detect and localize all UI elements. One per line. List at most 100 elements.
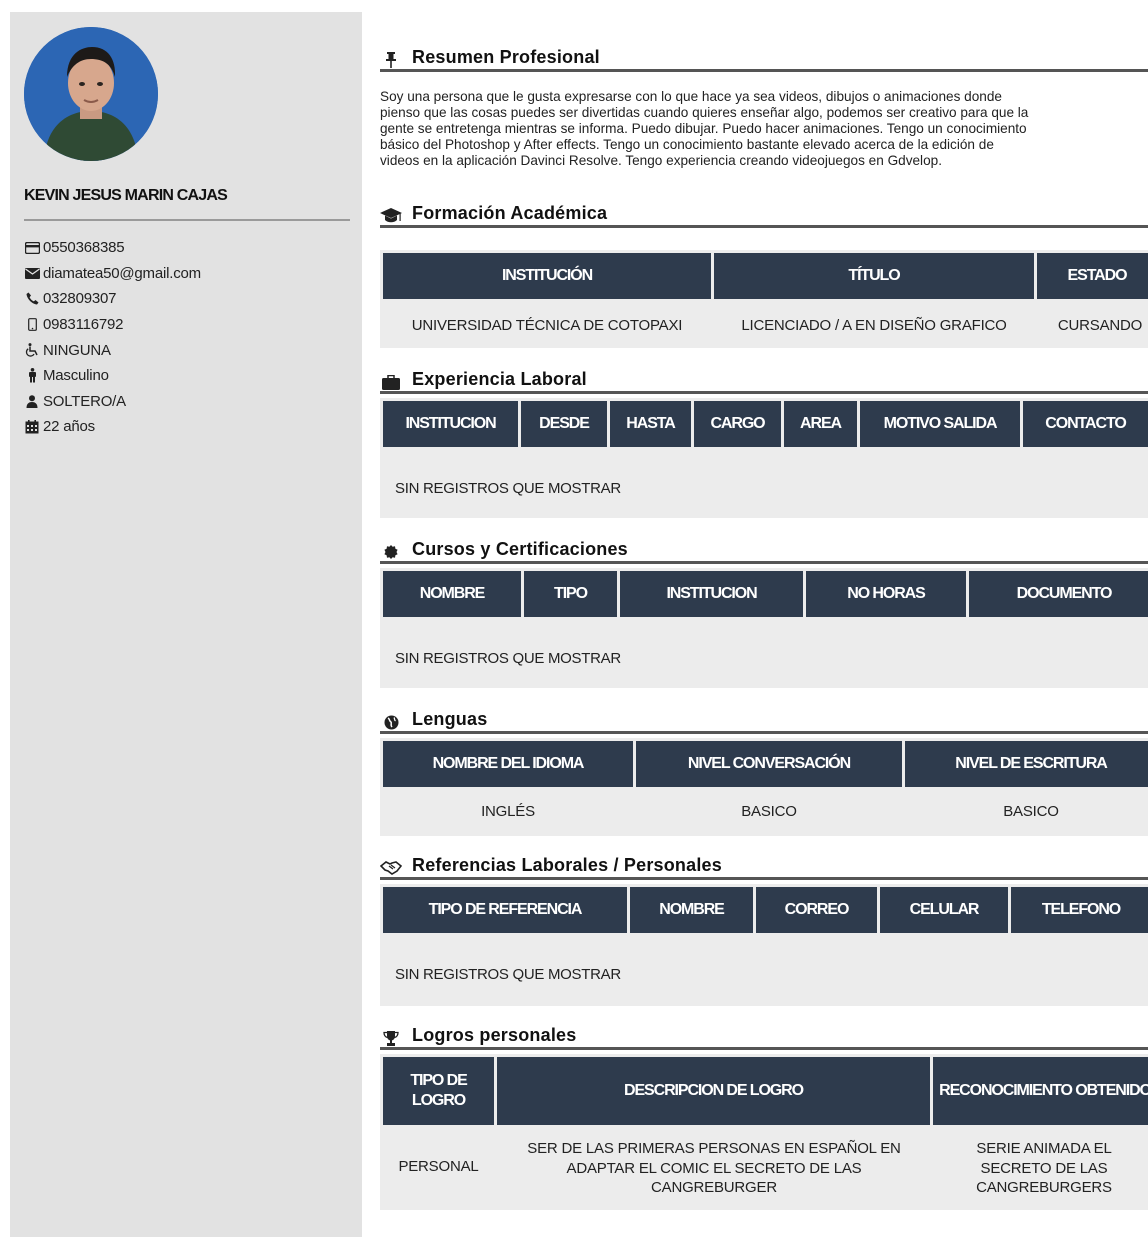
- education-table-header: INSTITUCIÓN TÍTULO ESTADO: [383, 253, 1148, 299]
- calendar-icon: [24, 419, 40, 434]
- column-header: TELEFONO: [1011, 887, 1148, 933]
- column-header: CELULAR: [880, 887, 1008, 933]
- courses-table: NOMBRE TIPO INSTITUCION NO HORAS DOCUMEN…: [380, 568, 1148, 688]
- achievements-table-header: TIPO DE LOGRO DESCRIPCION DE LOGRO RECON…: [383, 1057, 1148, 1125]
- section-title: Referencias Laborales / Personales: [412, 855, 722, 875]
- summary-line: videos en la aplicación Davinci Resolve.…: [380, 153, 942, 168]
- contact-id: 0550368385: [24, 235, 201, 261]
- experience-table-header: INSTITUCION DESDE HASTA CARGO AREA MOTIV…: [383, 401, 1148, 447]
- column-header: CONTACTO: [1023, 401, 1148, 447]
- contact-mobile: 0983116792: [24, 312, 201, 338]
- languages-table: NOMBRE DEL IDIOMA NIVEL CONVERSACIÓN NIV…: [380, 738, 1148, 836]
- contact-gender: Masculino: [24, 363, 201, 389]
- contact-text: 0550368385: [43, 239, 125, 257]
- education-table: INSTITUCIÓN TÍTULO ESTADO UNIVERSIDAD TÉ…: [380, 250, 1148, 348]
- contact-text: 032809307: [43, 290, 117, 308]
- column-header: RECONOCIMIENTO OBTENIDO: [933, 1057, 1148, 1125]
- column-header: INSTITUCIÓN: [383, 253, 711, 299]
- graduation-cap-icon: [380, 207, 402, 225]
- empty-message: SIN REGISTROS QUE MOSTRAR: [395, 650, 621, 667]
- achievements-heading: Logros personales: [380, 1025, 1148, 1050]
- column-header: TIPO DE LOGRO: [383, 1057, 494, 1125]
- wheelchair-icon: [24, 343, 40, 357]
- contact-text: 22 años: [43, 418, 95, 436]
- experience-heading: Experiencia Laboral: [380, 369, 1148, 394]
- column-header: NIVEL DE ESCRITURA: [905, 741, 1148, 787]
- languages-table-header: NOMBRE DEL IDIOMA NIVEL CONVERSACIÓN NIV…: [383, 741, 1148, 787]
- section-title: Resumen Profesional: [412, 47, 600, 67]
- column-header: ESTADO: [1037, 253, 1148, 299]
- phone-icon: [24, 292, 40, 306]
- column-header: TÍTULO: [714, 253, 1034, 299]
- column-header: DOCUMENTO: [969, 571, 1148, 617]
- section-title: Formación Académica: [412, 203, 608, 223]
- contact-phone: 032809307: [24, 286, 201, 312]
- column-header: NOMBRE DEL IDIOMA: [383, 741, 633, 787]
- table-cell: SERIE ANIMADA EL SECRETO DE LAS CANGREBU…: [976, 1140, 1112, 1196]
- courses-heading: Cursos y Certificaciones: [380, 539, 1148, 564]
- summary-heading: Resumen Profesional: [380, 47, 1148, 72]
- contact-marital: SOLTERO/A: [24, 389, 201, 415]
- contact-text: 0983116792: [43, 316, 124, 334]
- section-title: Logros personales: [412, 1025, 577, 1045]
- profile-sidebar: KEVIN JESUS MARIN CAJAS 0550368385 diama…: [10, 12, 362, 1237]
- table-cell: CURSANDO: [1057, 317, 1143, 334]
- column-header: HASTA: [610, 401, 691, 447]
- section-title: Cursos y Certificaciones: [412, 539, 628, 559]
- profile-photo: [24, 27, 158, 161]
- table-cell: PERSONAL: [398, 1158, 479, 1175]
- trophy-icon: [380, 1029, 402, 1047]
- column-header: NOMBRE: [630, 887, 753, 933]
- contact-age: 22 años: [24, 414, 201, 440]
- languages-heading: Lenguas: [380, 709, 1148, 734]
- column-header: CORREO: [756, 887, 877, 933]
- table-cell: LICENCIADO / A EN DISEÑO GRAFICO: [741, 317, 1007, 334]
- column-header: TIPO: [524, 571, 617, 617]
- contact-email: diamatea50@gmail.com: [24, 261, 201, 287]
- id-card-icon: [24, 241, 40, 255]
- user-icon: [24, 394, 40, 408]
- achievements-table: TIPO DE LOGRO DESCRIPCION DE LOGRO RECON…: [380, 1054, 1148, 1210]
- section-title: Lenguas: [412, 709, 488, 729]
- references-table-header: TIPO DE REFERENCIA NOMBRE CORREO CELULAR…: [383, 887, 1148, 933]
- column-header: DESCRIPCION DE LOGRO: [497, 1057, 930, 1125]
- certificate-badge-icon: [380, 543, 402, 561]
- sidebar-divider: [24, 219, 350, 221]
- column-header: MOTIVO SALIDA: [860, 401, 1020, 447]
- table-cell: BASICO: [1003, 803, 1059, 820]
- section-title: Experiencia Laboral: [412, 369, 587, 389]
- table-cell: INGLÉS: [481, 803, 535, 820]
- experience-table: INSTITUCION DESDE HASTA CARGO AREA MOTIV…: [380, 398, 1148, 518]
- column-header: DESDE: [521, 401, 607, 447]
- column-header: NOMBRE: [383, 571, 521, 617]
- column-header: TIPO DE REFERENCIA: [383, 887, 627, 933]
- male-icon: [24, 368, 40, 383]
- empty-message: SIN REGISTROS QUE MOSTRAR: [395, 480, 621, 497]
- education-heading: Formación Académica: [380, 203, 1148, 228]
- empty-message: SIN REGISTROS QUE MOSTRAR: [395, 966, 621, 983]
- handshake-icon: [380, 859, 402, 877]
- courses-table-header: NOMBRE TIPO INSTITUCION NO HORAS DOCUMEN…: [383, 571, 1148, 617]
- person-name: KEVIN JESUS MARIN CAJAS: [24, 187, 228, 204]
- column-header: INSTITUCION: [620, 571, 803, 617]
- briefcase-icon: [380, 373, 402, 391]
- envelope-icon: [24, 266, 40, 280]
- globe-icon: [380, 713, 402, 731]
- column-header: AREA: [784, 401, 857, 447]
- column-header: NO HORAS: [806, 571, 966, 617]
- references-heading: Referencias Laborales / Personales: [380, 855, 1148, 880]
- summary-line: gente se entretenga mientras se informa.…: [380, 121, 1027, 136]
- contact-disability: NINGUNA: [24, 337, 201, 363]
- summary-line: Soy una persona que le gusta expresarse …: [380, 89, 1002, 104]
- column-header: NIVEL CONVERSACIÓN: [636, 741, 902, 787]
- contact-text: diamatea50@gmail.com: [43, 264, 201, 282]
- table-cell: SER DE LAS PRIMERAS PERSONAS EN ESPAÑOL …: [527, 1140, 901, 1196]
- table-cell: BASICO: [741, 803, 797, 820]
- contact-text: SOLTERO/A: [43, 392, 126, 410]
- table-cell: UNIVERSIDAD TÉCNICA DE COTOPAXI: [411, 317, 683, 334]
- contact-text: Masculino: [43, 367, 109, 385]
- column-header: CARGO: [694, 401, 781, 447]
- pin-icon: [380, 51, 402, 69]
- contact-text: NINGUNA: [43, 341, 111, 359]
- contact-list: 0550368385 diamatea50@gmail.com 03280930…: [24, 235, 201, 440]
